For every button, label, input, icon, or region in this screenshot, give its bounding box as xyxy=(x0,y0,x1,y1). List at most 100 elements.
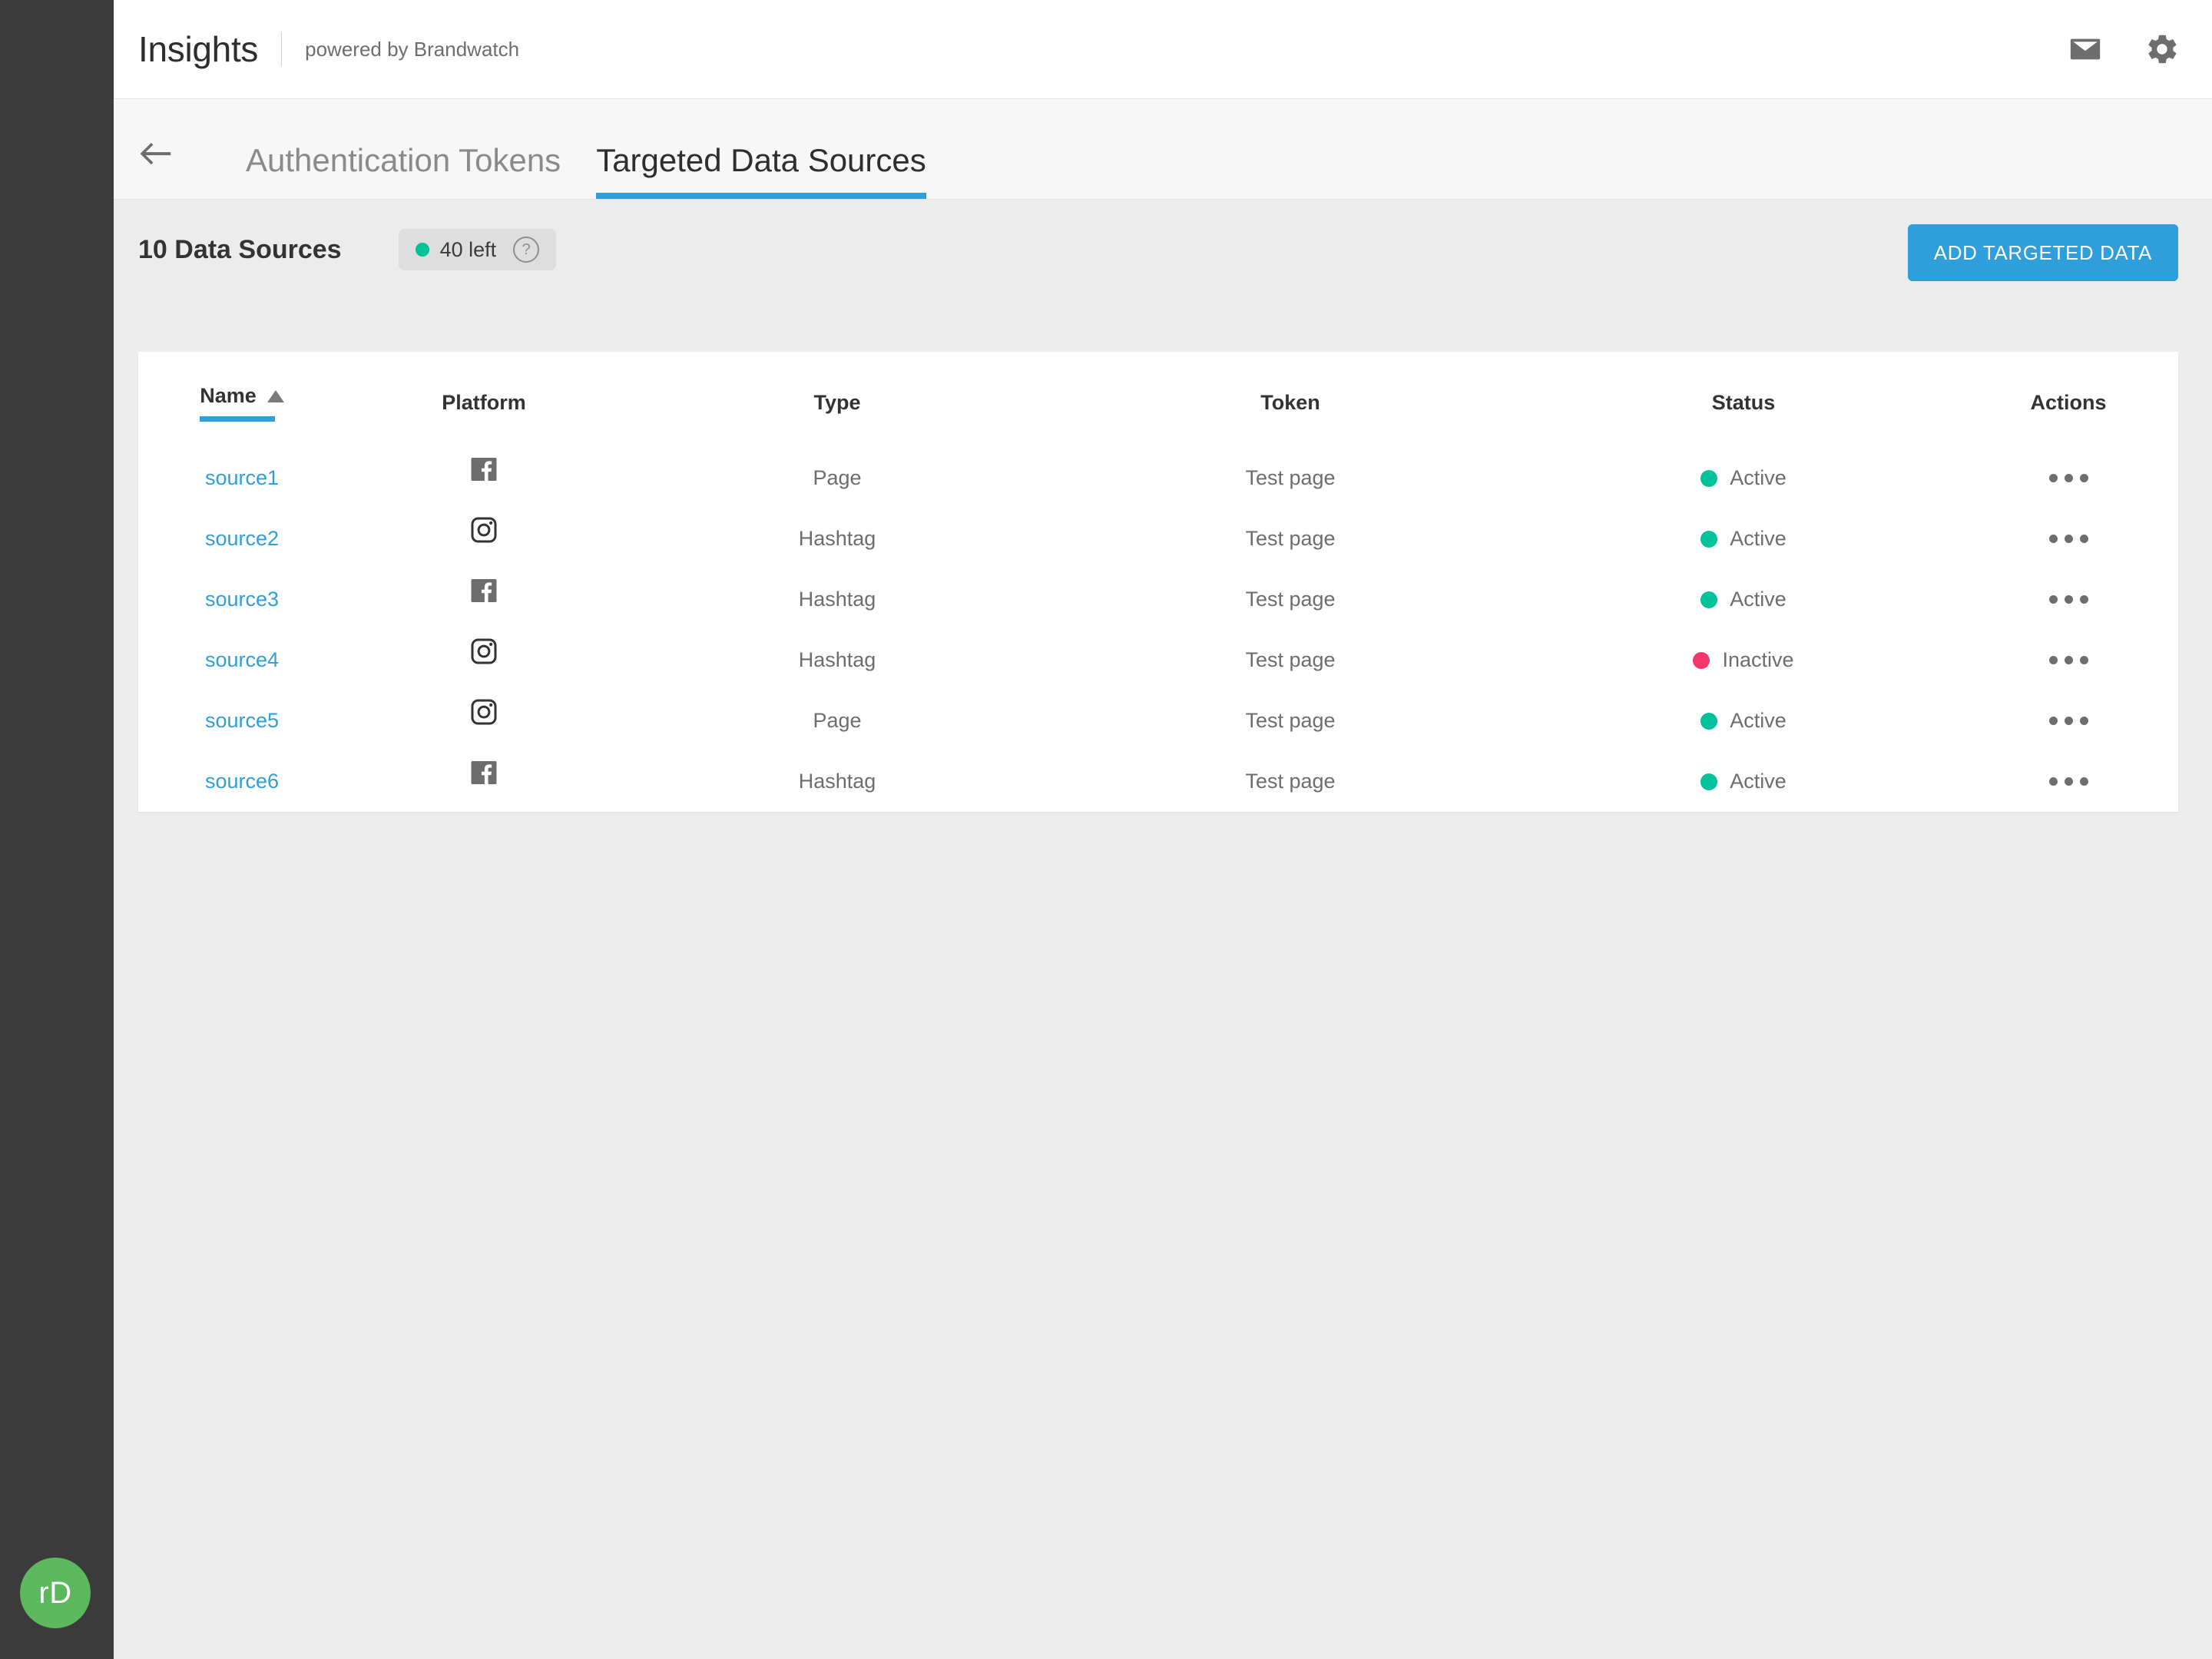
more-options-icon[interactable] xyxy=(1959,690,2178,751)
avatar[interactable]: rD xyxy=(20,1558,91,1628)
cell-type: Hashtag xyxy=(798,588,876,611)
status-label: Active xyxy=(1730,709,1786,732)
facebook-icon xyxy=(471,457,497,481)
cell-name: source3 xyxy=(138,569,346,630)
cell-type: Page xyxy=(813,466,862,489)
table-header-row: Name Platform Type Token Status Actions xyxy=(138,352,2178,448)
cell-type: Hashtag xyxy=(798,527,876,550)
cell-actions xyxy=(1959,508,2178,569)
cell-status: Active xyxy=(1528,508,1959,569)
back-button[interactable] xyxy=(131,136,180,173)
status-label: Active xyxy=(1730,527,1786,550)
source-link[interactable]: source2 xyxy=(205,527,279,550)
cell-type: Hashtag xyxy=(798,770,876,793)
source-link[interactable]: source4 xyxy=(205,648,279,671)
content-column: Insights powered by Brandwatch Authentic… xyxy=(114,0,2212,1659)
source-link[interactable]: source1 xyxy=(205,466,279,489)
quota-dot-icon xyxy=(415,243,429,257)
cell-status: Active xyxy=(1528,569,1959,630)
tabs: Authentication Tokens Targeted Data Sour… xyxy=(246,99,962,199)
cell-actions xyxy=(1959,630,2178,690)
column-header-type[interactable]: Type xyxy=(622,352,1052,448)
table-row: source2 Hashtag Test page Active xyxy=(138,508,2178,569)
cell-actions xyxy=(1959,690,2178,751)
status-label: Active xyxy=(1730,770,1786,793)
cell-platform xyxy=(346,569,622,630)
instagram-icon xyxy=(471,638,497,664)
cell-status: Active xyxy=(1528,448,1959,508)
cell-platform xyxy=(346,448,622,508)
column-header-actions: Actions xyxy=(2030,391,2107,414)
cell-actions xyxy=(1959,751,2178,812)
status-dot-icon xyxy=(1700,712,1718,730)
table-body: source1 Page Test page Active source2 Ha… xyxy=(138,448,2178,812)
tab-targeted-data-sources[interactable]: Targeted Data Sources xyxy=(596,142,926,199)
cell-type: Page xyxy=(813,709,862,732)
column-header-name[interactable]: Name xyxy=(138,352,346,448)
page-subheader: 10 Data Sources 40 left ? ADD TARGETED D… xyxy=(114,200,2212,300)
sort-ascending-icon xyxy=(267,389,284,402)
table-header: Name Platform Type Token Status Actions xyxy=(138,352,2178,448)
gear-icon[interactable] xyxy=(2141,28,2183,70)
column-header-status[interactable]: Status xyxy=(1528,352,1959,448)
instagram-icon xyxy=(471,517,497,542)
more-options-icon[interactable] xyxy=(1959,448,2178,508)
data-sources-table: Name Platform Type Token Status Actions … xyxy=(138,352,2178,812)
add-targeted-data-button[interactable]: ADD TARGETED DATA xyxy=(1907,224,2178,281)
more-options-icon[interactable] xyxy=(1959,630,2178,690)
more-options-icon[interactable] xyxy=(1959,751,2178,812)
header-actions xyxy=(2065,0,2183,98)
data-sources-card: Name Platform Type Token Status Actions … xyxy=(138,352,2178,812)
status-dot-icon xyxy=(1700,773,1718,790)
cell-status: Active xyxy=(1528,690,1959,751)
table-row: source1 Page Test page Active xyxy=(138,448,2178,508)
table-row: source6 Hashtag Test page Active xyxy=(138,751,2178,812)
cell-token: Test page xyxy=(1245,527,1336,550)
facebook-icon xyxy=(471,760,497,784)
status-label: Active xyxy=(1730,588,1786,611)
cell-platform xyxy=(346,690,622,751)
cell-name: source1 xyxy=(138,448,346,508)
cell-type: Hashtag xyxy=(798,648,876,671)
cell-platform xyxy=(346,630,622,690)
cell-name: source2 xyxy=(138,508,346,569)
cell-platform xyxy=(346,751,622,812)
page-title: 10 Data Sources xyxy=(138,234,342,264)
app-header: Insights powered by Brandwatch xyxy=(114,0,2212,99)
instagram-icon xyxy=(471,699,497,724)
cell-actions xyxy=(1959,448,2178,508)
cell-status: Active xyxy=(1528,751,1959,812)
cell-name: source4 xyxy=(138,630,346,690)
table-row: source4 Hashtag Test page Inactive xyxy=(138,630,2178,690)
cell-name: source5 xyxy=(138,690,346,751)
source-link[interactable]: source5 xyxy=(205,709,279,732)
column-header-platform[interactable]: Platform xyxy=(346,352,622,448)
cell-token: Test page xyxy=(1245,770,1336,793)
column-header-name-label: Name xyxy=(200,384,257,407)
column-header-token[interactable]: Token xyxy=(1052,352,1528,448)
cell-status: Inactive xyxy=(1528,630,1959,690)
table-row: source5 Page Test page Active xyxy=(138,690,2178,751)
status-dot-icon xyxy=(1700,530,1718,548)
cell-token: Test page xyxy=(1245,648,1336,671)
status-dot-icon xyxy=(1693,651,1710,669)
mail-icon[interactable] xyxy=(2065,28,2106,70)
quota-label: 40 left xyxy=(439,237,497,261)
brand-title: Insights xyxy=(138,29,259,69)
cell-platform xyxy=(346,508,622,569)
tab-bar: Authentication Tokens Targeted Data Sour… xyxy=(114,99,2212,200)
quota-badge: 40 left ? xyxy=(398,229,557,270)
brand-subtitle: powered by Brandwatch xyxy=(305,37,520,61)
cell-token: Test page xyxy=(1245,588,1336,611)
more-options-icon[interactable] xyxy=(1959,508,2178,569)
source-link[interactable]: source3 xyxy=(205,588,279,611)
help-circle-icon[interactable]: ? xyxy=(513,237,540,263)
source-link[interactable]: source6 xyxy=(205,770,279,793)
brand-divider xyxy=(281,32,283,66)
table-row: source3 Hashtag Test page Active xyxy=(138,569,2178,630)
more-options-icon[interactable] xyxy=(1959,569,2178,630)
left-sidebar: rD xyxy=(0,0,114,1659)
status-dot-icon xyxy=(1700,469,1718,487)
cell-token: Test page xyxy=(1245,709,1336,732)
tab-authentication-tokens[interactable]: Authentication Tokens xyxy=(246,142,561,199)
